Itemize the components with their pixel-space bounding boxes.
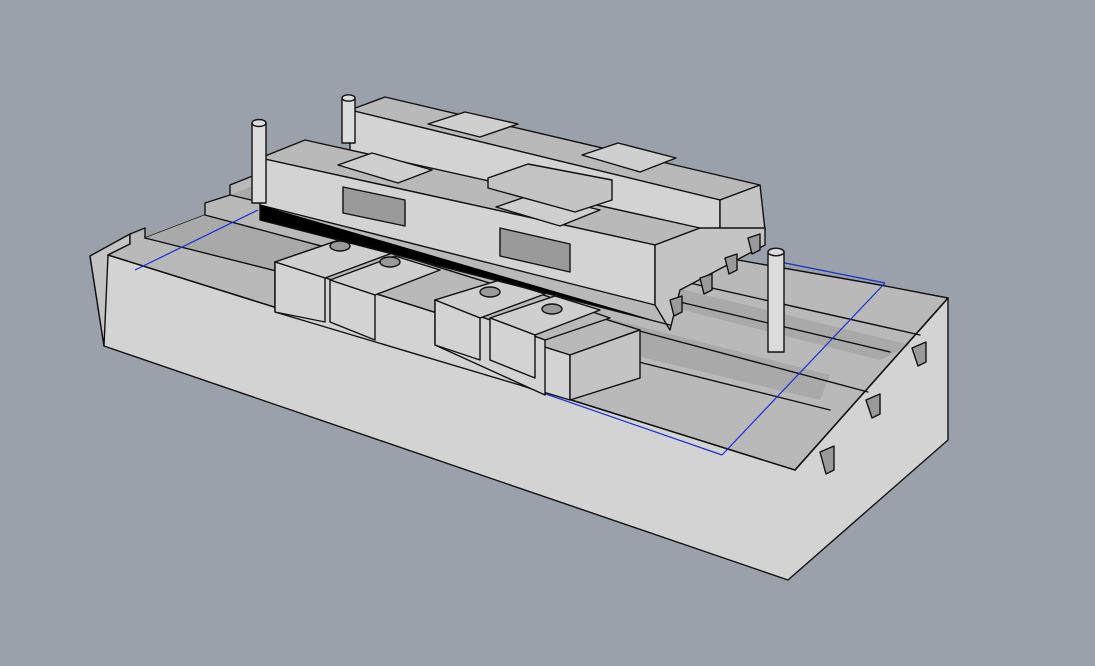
cad-model[interactable]	[0, 0, 1095, 666]
screw-icon	[479, 286, 501, 298]
screw-icon	[379, 256, 401, 268]
pin-rear	[341, 94, 356, 144]
3d-viewport[interactable]	[0, 0, 1095, 666]
screw-icon	[541, 303, 563, 315]
pin-left	[251, 118, 267, 204]
pin-right	[767, 247, 785, 353]
